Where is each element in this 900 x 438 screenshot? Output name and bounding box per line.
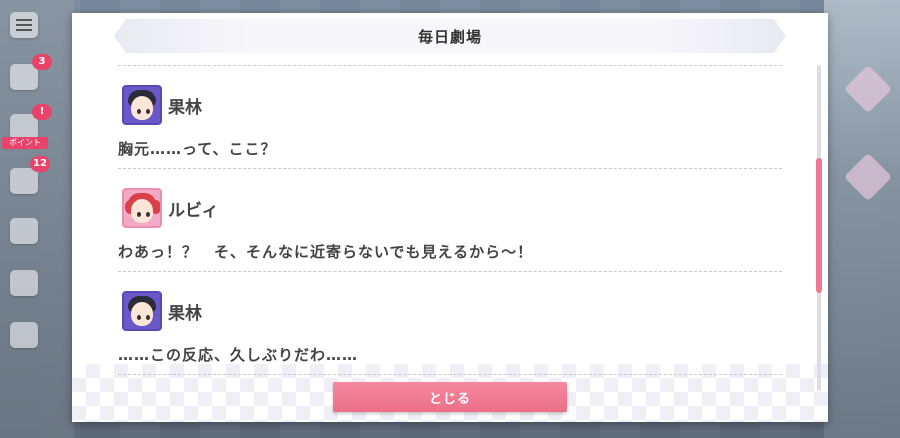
dialogue-text: わあっ！？ そ、そんなに近寄らないでも見えるから〜！ bbox=[118, 243, 534, 261]
close-button[interactable]: とじる bbox=[333, 382, 567, 412]
camera-icon[interactable] bbox=[10, 270, 38, 296]
menu-icon[interactable] bbox=[10, 12, 38, 38]
dialog-title-bar: 毎日劇場 bbox=[114, 19, 786, 53]
dialogue-list[interactable]: 果林 胸元……って、ここ？ ルビィ わあっ！？ そ、そんなに近寄らないでも見える… bbox=[118, 65, 782, 383]
dialogue-text: 胸元……って、ここ？ bbox=[118, 140, 277, 158]
scrollbar-thumb[interactable] bbox=[816, 158, 822, 293]
karin-avatar bbox=[122, 85, 162, 125]
speaker-name: ルビィ bbox=[168, 200, 219, 221]
daily-theater-dialog: 毎日劇場 果林 胸元……って、ここ？ ルビィ わあっ！？ そ、そんなに近寄らない… bbox=[72, 13, 828, 422]
dialogue-entry: 果林 ……この反応、久しぶりだわ…… bbox=[118, 272, 782, 374]
present-icon[interactable] bbox=[10, 168, 38, 194]
heart-icon[interactable] bbox=[10, 218, 38, 244]
dialog-title: 毎日劇場 bbox=[417, 27, 482, 46]
count-badge: 12 bbox=[30, 156, 50, 172]
close-label: とじる bbox=[428, 390, 471, 406]
speaker-name: 果林 bbox=[168, 97, 202, 118]
fullscreen-icon[interactable] bbox=[10, 322, 38, 348]
dialogue-entry: ルビィ わあっ！？ そ、そんなに近寄らないでも見えるから〜！ bbox=[118, 169, 782, 271]
point-tag: ポイント bbox=[2, 137, 48, 149]
ruby-avatar bbox=[122, 188, 162, 228]
dialogue-entry: 果林 胸元……って、ここ？ bbox=[118, 66, 782, 168]
speaker-name: 果林 bbox=[168, 303, 202, 324]
divider bbox=[118, 374, 782, 375]
notification-badge: 3 bbox=[32, 54, 52, 70]
right-background bbox=[824, 0, 900, 438]
karin-avatar bbox=[122, 291, 162, 331]
alert-badge: ! bbox=[32, 104, 52, 120]
dialogue-text: ……この反応、久しぶりだわ…… bbox=[118, 346, 359, 364]
